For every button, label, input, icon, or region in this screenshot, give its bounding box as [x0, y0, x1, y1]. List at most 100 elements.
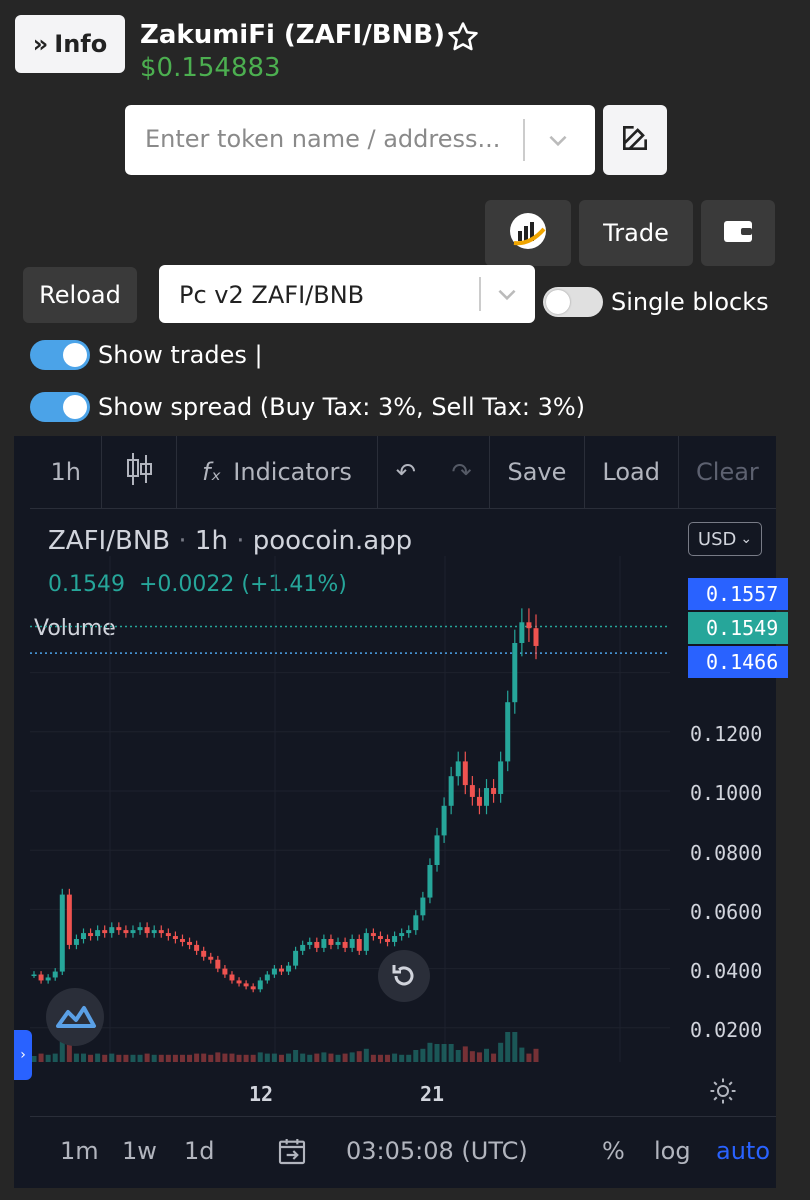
- wallet-button[interactable]: [701, 200, 775, 266]
- volume-bar: [335, 1054, 341, 1062]
- candle-body: [201, 950, 207, 957]
- save-button[interactable]: Save: [490, 436, 585, 508]
- candle-body: [370, 933, 376, 937]
- date-range-icon[interactable]: [276, 1135, 308, 1173]
- candle-body: [31, 974, 37, 977]
- volume-bar: [519, 1047, 525, 1062]
- star-icon[interactable]: [446, 20, 480, 54]
- volume-bar: [328, 1053, 334, 1062]
- volume-bar: [307, 1054, 313, 1062]
- legend-source: poocoin.app: [252, 526, 413, 556]
- candle-body: [349, 939, 355, 948]
- candle-body: [286, 965, 292, 972]
- volume-bar: [342, 1053, 348, 1062]
- candle-body: [250, 986, 256, 990]
- volume-bar: [80, 1053, 86, 1062]
- show-spread-label: Show spread (Buy Tax: 3%, Sell Tax: 3%): [98, 393, 586, 421]
- candle-body: [236, 980, 242, 984]
- price-axis-label: 0.0400: [690, 959, 763, 983]
- info-button[interactable]: » Info: [15, 15, 125, 73]
- candle-body: [264, 974, 270, 981]
- edit-button[interactable]: [603, 105, 667, 175]
- reload-button[interactable]: Reload: [23, 267, 137, 323]
- volume-bar: [38, 1053, 44, 1062]
- volume-bar: [469, 1051, 475, 1062]
- volume-bar: [222, 1053, 228, 1062]
- candle-body: [314, 941, 320, 948]
- price-tag-high: 0.1557: [688, 578, 788, 610]
- volume-bar: [385, 1054, 391, 1062]
- volume-bar: [505, 1032, 511, 1062]
- candle-body: [172, 936, 178, 939]
- candle-body: [165, 933, 171, 937]
- candle-body: [66, 894, 72, 945]
- percent-button[interactable]: %: [602, 1137, 625, 1165]
- chevron-down-icon[interactable]: [494, 281, 520, 307]
- token-price: $0.154883: [140, 53, 281, 83]
- volume-bar: [250, 1054, 256, 1062]
- show-spread-toggle[interactable]: [30, 392, 90, 422]
- utc-clock[interactable]: 03:05:08 (UTC): [346, 1137, 528, 1165]
- load-button[interactable]: Load: [585, 436, 679, 508]
- range-1m-button[interactable]: 1m: [60, 1137, 99, 1165]
- tradingview-logo-icon[interactable]: [46, 988, 104, 1046]
- candle-body: [392, 936, 398, 942]
- volume-bar: [264, 1053, 270, 1062]
- clear-button[interactable]: Clear: [679, 436, 776, 508]
- auto-button[interactable]: auto: [716, 1137, 770, 1165]
- token-search-select[interactable]: Enter token name / address...: [125, 105, 595, 175]
- volume-bar: [137, 1054, 143, 1062]
- redo-icon[interactable]: ↷: [451, 458, 471, 486]
- candle-body: [455, 761, 461, 777]
- volume-bar: [187, 1054, 193, 1062]
- range-1d-button[interactable]: 1d: [184, 1137, 215, 1165]
- currency-select[interactable]: USD ⌄: [688, 522, 762, 556]
- single-blocks-toggle[interactable]: [543, 287, 603, 317]
- log-button[interactable]: log: [654, 1137, 691, 1165]
- volume-bar: [314, 1053, 320, 1062]
- chart-toolbar: 1h fₓ Indicators ↶ ↷ Save Load Clear: [30, 436, 776, 509]
- volume-bar: [31, 1056, 37, 1062]
- candle-body: [533, 628, 539, 646]
- candle-body: [448, 776, 454, 806]
- price-axis-label: 0.0200: [690, 1018, 763, 1042]
- search-input[interactable]: Enter token name / address...: [145, 125, 500, 153]
- candle-body: [491, 788, 497, 794]
- candle-body: [257, 980, 263, 990]
- chart-legend-title: ZAFI/BNB · 1h · poocoin.app: [48, 526, 413, 556]
- candle-body: [356, 939, 362, 951]
- volume-bar: [526, 1053, 532, 1062]
- interval-button[interactable]: 1h: [30, 436, 103, 508]
- candle-body: [116, 927, 122, 931]
- candle-body: [293, 950, 299, 966]
- undo-redo-group: ↶ ↷: [378, 436, 491, 508]
- candle-style-button[interactable]: [102, 436, 177, 508]
- candle-body: [151, 930, 157, 934]
- undo-icon[interactable]: ↶: [396, 458, 416, 486]
- volume-bar: [476, 1052, 482, 1062]
- indicators-button[interactable]: fₓ Indicators: [177, 436, 379, 508]
- volume-bar: [109, 1053, 115, 1062]
- show-trades-toggle[interactable]: [30, 340, 90, 370]
- candle-body: [342, 941, 348, 948]
- volume-bar: [484, 1048, 490, 1062]
- price-chart[interactable]: [30, 556, 670, 1062]
- candle-body: [144, 927, 150, 934]
- volume-bar: [151, 1054, 157, 1062]
- volume-bar: [427, 1042, 433, 1062]
- range-1w-button[interactable]: 1w: [122, 1137, 157, 1165]
- volume-bar: [236, 1054, 242, 1062]
- side-panel-handle[interactable]: ›: [14, 1030, 32, 1080]
- trade-button[interactable]: Trade: [579, 200, 693, 266]
- pair-select[interactable]: Pc v2 ZAFI/BNB: [159, 265, 535, 323]
- legend-interval: 1h: [194, 526, 228, 556]
- settings-gear-icon[interactable]: [708, 1076, 742, 1110]
- price-axis-label: 0.1000: [690, 781, 763, 805]
- candle-body: [505, 702, 511, 762]
- info-button-label: Info: [54, 30, 108, 58]
- chevron-down-icon[interactable]: [545, 127, 571, 153]
- candle-body: [73, 939, 79, 945]
- reset-chart-icon[interactable]: [378, 950, 430, 1002]
- volume-bar: [243, 1054, 249, 1062]
- chart-button[interactable]: [485, 200, 571, 266]
